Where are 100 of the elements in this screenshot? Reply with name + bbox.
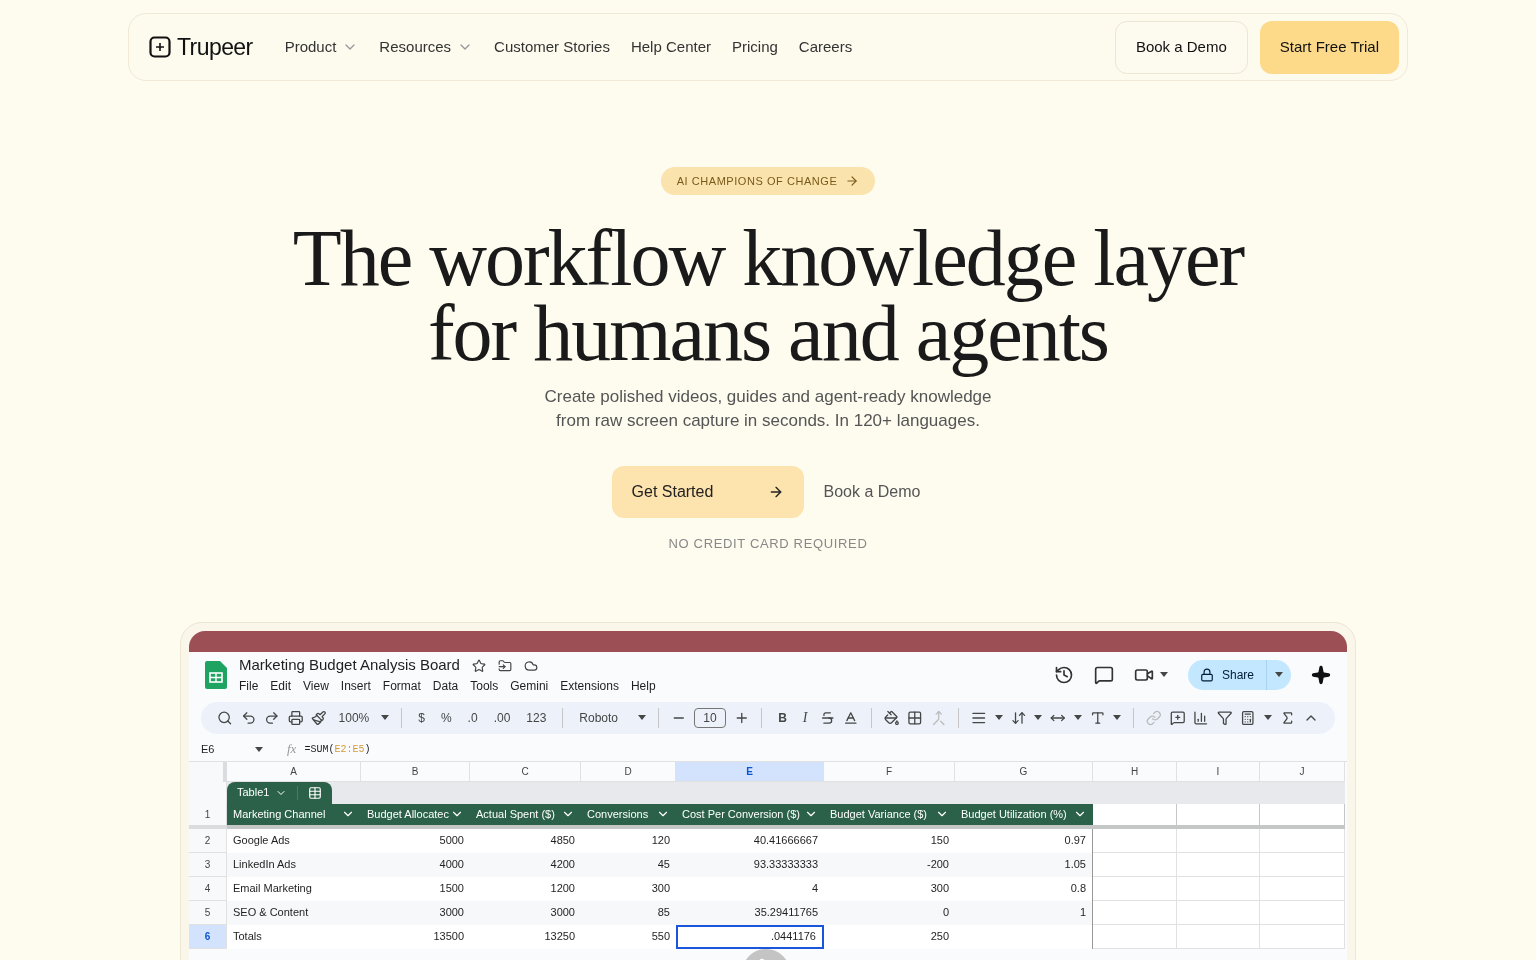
menu-item[interactable]: File — [239, 676, 259, 695]
table-cell[interactable]: 85 — [581, 900, 676, 925]
table-tab[interactable]: Table1 — [227, 781, 333, 804]
table-cell[interactable]: SEO & Content — [227, 900, 361, 925]
column-header[interactable]: F — [824, 761, 955, 782]
menu-item[interactable]: Edit — [270, 676, 292, 695]
table-cell[interactable]: 13250 — [470, 924, 581, 949]
table-cell[interactable]: 250 — [824, 924, 955, 949]
column-header[interactable]: H — [1093, 761, 1177, 782]
font-dropdown[interactable]: Roboto — [575, 708, 630, 727]
table-cell[interactable]: 0.8 — [955, 876, 1093, 901]
table-cell[interactable]: 550 — [581, 924, 676, 949]
document-title[interactable]: Marketing Budget Analysis Board — [239, 654, 460, 677]
table-header-cell[interactable]: Budget Allocatec — [361, 803, 470, 829]
table-cell[interactable]: Google Ads — [227, 828, 361, 853]
table-cell[interactable]: 1500 — [361, 876, 470, 901]
filter-icon[interactable] — [1216, 709, 1233, 726]
percent-button[interactable]: % — [436, 708, 456, 727]
table-cell[interactable]: 45 — [581, 852, 676, 877]
table-header-cell[interactable]: Conversions — [581, 803, 676, 829]
row-number[interactable]: 2 — [189, 828, 227, 853]
search-icon[interactable] — [217, 709, 233, 726]
table-cell[interactable]: 4 — [676, 876, 824, 901]
bold-button[interactable]: B — [774, 708, 791, 727]
column-header[interactable]: G — [955, 761, 1093, 782]
print-icon[interactable] — [287, 709, 304, 726]
logo-text[interactable]: Trupeer — [177, 29, 253, 65]
column-header[interactable]: D — [581, 761, 676, 782]
add-comment-icon[interactable] — [1169, 709, 1186, 726]
table-cell[interactable]: 5000 — [361, 828, 470, 853]
text-color-icon[interactable] — [843, 709, 859, 726]
table-cell[interactable]: 1.05 — [955, 852, 1093, 877]
row-number[interactable]: 6 — [189, 924, 227, 949]
table-cell[interactable]: 300 — [581, 876, 676, 901]
merge-cells-icon[interactable] — [930, 709, 947, 726]
table-cell[interactable] — [955, 924, 1093, 949]
row-number[interactable]: 5 — [189, 900, 227, 925]
table-cell[interactable]: 300 — [824, 876, 955, 901]
nav-link[interactable]: Careers — [798, 35, 853, 59]
table-cell[interactable]: 4000 — [361, 852, 470, 877]
column-header[interactable]: J — [1260, 761, 1345, 782]
table-cell[interactable]: 150 — [824, 828, 955, 853]
nav-link[interactable]: Customer Stories — [494, 35, 610, 59]
cloud-icon[interactable] — [523, 658, 538, 673]
column-header[interactable]: E — [676, 761, 824, 782]
table-header-cell[interactable]: Cost Per Conversion ($) — [676, 803, 824, 829]
number-format-button[interactable]: 123 — [522, 708, 551, 727]
table-cell[interactable]: 0 — [824, 900, 955, 925]
menu-item[interactable]: Extensions — [560, 676, 619, 695]
table-cell[interactable]: Email Marketing — [227, 876, 361, 901]
formula-field[interactable]: =SUM(E2:E5) — [304, 741, 371, 757]
table-cell[interactable]: 40.41666667 — [676, 828, 824, 853]
table-cell[interactable]: 1200 — [470, 876, 581, 901]
table-cell[interactable]: 3000 — [361, 900, 470, 925]
table-header-cell[interactable]: Marketing Channel — [227, 803, 361, 829]
vertical-align-icon[interactable] — [1010, 709, 1027, 726]
chart-icon[interactable] — [1193, 709, 1209, 726]
column-header[interactable]: C — [470, 761, 581, 782]
cell-reference[interactable]: E6 — [201, 740, 255, 758]
nav-link[interactable]: Resources — [379, 35, 474, 59]
nav-link[interactable]: Pricing — [732, 35, 778, 59]
star-icon[interactable] — [471, 658, 486, 673]
decrease-decimal-button[interactable]: .0 — [463, 708, 482, 727]
fill-color-icon[interactable] — [883, 709, 900, 726]
book-demo-button[interactable]: Book a Demo — [1114, 20, 1248, 74]
share-button[interactable]: Share — [1187, 659, 1291, 690]
table-cell[interactable]: 13500 — [361, 924, 470, 949]
undo-icon[interactable] — [240, 709, 257, 726]
selected-cell[interactable]: .0441176 — [676, 924, 824, 949]
nav-link[interactable]: Product — [284, 35, 359, 59]
currency-button[interactable]: $ — [414, 708, 429, 727]
table-cell[interactable]: 120 — [581, 828, 676, 853]
start-trial-button[interactable]: Start Free Trial — [1259, 20, 1399, 74]
increase-decimal-button[interactable]: .00 — [489, 708, 515, 727]
column-header[interactable]: B — [361, 761, 470, 782]
menu-item[interactable]: Insert — [340, 676, 371, 695]
row-number[interactable]: 1 — [189, 803, 227, 829]
menu-item[interactable]: Data — [432, 676, 459, 695]
table-cell[interactable]: 0.97 — [955, 828, 1093, 853]
row-number[interactable]: 3 — [189, 852, 227, 877]
italic-button[interactable]: I — [798, 707, 812, 728]
table-cell[interactable]: LinkedIn Ads — [227, 852, 361, 877]
sparkle-icon[interactable] — [1311, 664, 1331, 685]
row-number[interactable]: 4 — [189, 876, 227, 901]
table-cell[interactable]: 4200 — [470, 852, 581, 877]
menu-item[interactable]: Gemini — [510, 676, 549, 695]
column-header[interactable]: I — [1177, 761, 1260, 782]
menu-item[interactable]: View — [303, 676, 329, 695]
menu-item[interactable]: Format — [382, 676, 421, 695]
history-icon[interactable] — [1053, 664, 1074, 685]
badge[interactable]: AI CHAMPIONS OF CHANGE — [660, 167, 876, 195]
strikethrough-icon[interactable] — [819, 709, 836, 726]
column-header[interactable]: A — [227, 761, 361, 782]
table-cell[interactable]: 93.33333333 — [676, 852, 824, 877]
paint-format-icon[interactable] — [311, 709, 327, 726]
table-cell[interactable]: 1 — [955, 900, 1093, 925]
table-header-cell[interactable]: Actual Spent ($) — [470, 803, 581, 829]
menu-item[interactable]: Tools — [470, 676, 499, 695]
book-demo-link[interactable]: Book a Demo — [819, 480, 925, 504]
table-cell[interactable]: 35.29411765 — [676, 900, 824, 925]
